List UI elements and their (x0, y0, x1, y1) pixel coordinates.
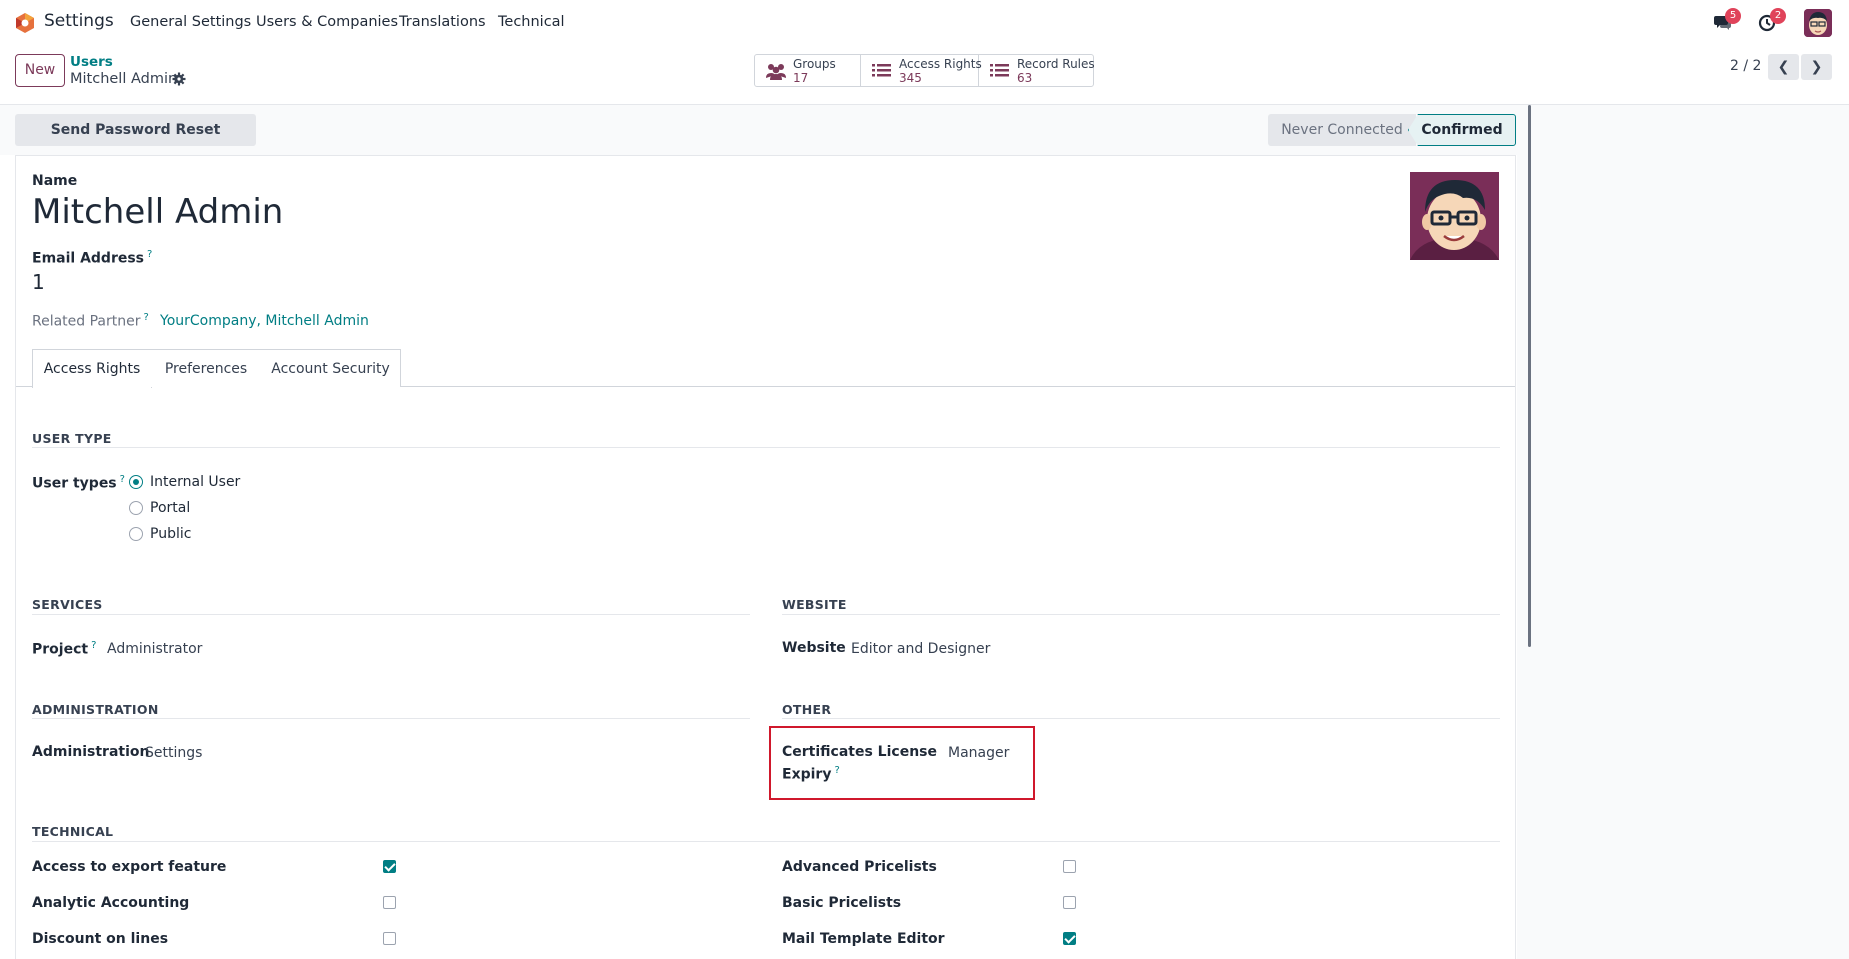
activities-badge: 2 (1770, 8, 1786, 24)
menu-translations[interactable]: Translations (399, 14, 486, 30)
record-rules-smart-button[interactable]: Record Rules 63 (979, 55, 1095, 86)
tech-label-discount: Discount on lines (32, 931, 169, 947)
checkbox-basic-pricelists[interactable] (1063, 896, 1076, 909)
section-divider (32, 841, 1500, 842)
section-website: WEBSITE (782, 597, 847, 612)
groups-count: 17 (793, 71, 809, 85)
chevron-left-icon: ❮ (1777, 59, 1790, 75)
breadcrumb-users[interactable]: Users (70, 54, 113, 70)
user-types-label: User types? (32, 474, 125, 492)
chevron-right-icon: ❯ (1810, 59, 1823, 75)
form-background-right (1517, 105, 1849, 959)
record-rules-label: Record Rules (1017, 57, 1095, 71)
help-icon[interactable]: ? (144, 312, 149, 323)
section-divider (782, 614, 1500, 615)
checkbox-export[interactable] (383, 860, 396, 873)
user-types-label-text: User types (32, 475, 117, 492)
new-button[interactable]: New (15, 54, 65, 87)
administration-select[interactable]: Settings (145, 745, 202, 761)
smart-buttons: Groups 17 Access Rights 345 Record Rules… (754, 54, 1095, 87)
related-partner-label: Related Partner? (32, 312, 149, 330)
status-confirmed[interactable]: Confirmed (1408, 114, 1516, 146)
gear-icon[interactable] (172, 72, 186, 86)
access-rights-smart-button[interactable]: Access Rights 345 (861, 55, 982, 86)
users-icon (766, 64, 786, 80)
access-rights-count: 345 (899, 71, 922, 85)
section-other: OTHER (782, 702, 832, 717)
menu-technical[interactable]: Technical (498, 14, 565, 30)
project-label-text: Project (32, 641, 89, 658)
tab-account-security[interactable]: Account Security (261, 349, 401, 387)
messages-badge: 5 (1725, 8, 1741, 24)
groups-label: Groups (793, 57, 836, 71)
tech-label-analytic: Analytic Accounting (32, 895, 190, 911)
section-divider (782, 718, 1500, 719)
breadcrumb-current: Mitchell Admin (70, 71, 178, 87)
tech-label-basic-pricelists: Basic Pricelists (782, 895, 902, 911)
avatar-face-icon (1804, 9, 1832, 37)
tab-access-rights[interactable]: Access Rights (32, 349, 152, 388)
status-never-connected[interactable]: Never Connected (1268, 114, 1416, 146)
checkbox-advanced-pricelists[interactable] (1063, 860, 1076, 873)
section-technical: TECHNICAL (32, 824, 114, 839)
section-divider (32, 718, 750, 719)
help-icon[interactable]: ? (120, 474, 125, 485)
send-password-reset-button[interactable]: Send Password Reset Instructions (15, 114, 256, 170)
tech-label-advanced-pricelists: Advanced Pricelists (782, 859, 937, 875)
email-label: Email Address? (32, 249, 152, 267)
checkbox-analytic[interactable] (383, 896, 396, 909)
section-divider (32, 614, 750, 615)
highlight-box (769, 726, 1035, 800)
access-rights-label: Access Rights (899, 57, 982, 71)
user-avatar[interactable] (1804, 9, 1832, 37)
app-name[interactable]: Settings (44, 11, 114, 31)
project-label: Project? (32, 640, 96, 658)
app-logo-icon[interactable] (14, 12, 36, 34)
list-icon (872, 64, 891, 77)
website-label: Website (782, 640, 846, 656)
tab-preferences[interactable]: Preferences (151, 349, 262, 387)
name-label: Name (32, 173, 78, 189)
pager-value[interactable]: 2 / 2 (1730, 58, 1761, 74)
menu-users-companies[interactable]: Users & Companies (256, 14, 398, 30)
top-navbar: Settings General Settings Users & Compan… (0, 0, 1849, 46)
form-sheet (15, 155, 1516, 959)
messages-button[interactable]: 5 (1713, 8, 1741, 34)
help-icon[interactable]: ? (91, 640, 96, 651)
groups-smart-button[interactable]: Groups 17 (755, 55, 861, 86)
avatar-face-icon (1410, 172, 1499, 260)
pager-next-button[interactable]: ❯ (1801, 54, 1832, 80)
section-administration: ADMINISTRATION (32, 702, 159, 717)
section-user-type: USER TYPE (32, 431, 112, 446)
record-rules-count: 63 (1017, 71, 1033, 85)
section-services: SERVICES (32, 597, 103, 612)
tech-label-export: Access to export feature (32, 859, 227, 875)
list-icon (990, 64, 1009, 77)
menu-general-settings[interactable]: General Settings (130, 14, 251, 30)
name-field[interactable]: Mitchell Admin (32, 192, 283, 232)
pager-previous-button[interactable]: ❮ (1768, 54, 1799, 80)
radio-public[interactable] (129, 527, 143, 541)
activities-button[interactable]: 2 (1758, 8, 1786, 34)
radio-portal[interactable] (129, 501, 143, 515)
website-select[interactable]: Editor and Designer (851, 641, 990, 657)
checkbox-discount[interactable] (383, 932, 396, 945)
radio-label-internal-user[interactable]: Internal User (150, 474, 240, 490)
administration-label: Administration (32, 744, 150, 760)
related-partner-label-text: Related Partner (32, 313, 141, 330)
checkbox-mail-template[interactable] (1063, 932, 1076, 945)
related-partner-link[interactable]: YourCompany, Mitchell Admin (160, 313, 369, 329)
radio-label-portal[interactable]: Portal (150, 500, 190, 516)
vertical-scrollbar[interactable] (1528, 105, 1531, 647)
radio-label-public[interactable]: Public (150, 526, 191, 542)
help-icon[interactable]: ? (147, 249, 152, 260)
radio-internal-user[interactable] (129, 475, 143, 489)
project-select[interactable]: Administrator (107, 641, 202, 657)
section-divider (32, 447, 1500, 448)
profile-image[interactable] (1410, 172, 1499, 260)
email-field[interactable]: 1 (32, 270, 45, 294)
email-label-text: Email Address (32, 250, 145, 267)
tech-label-mail-template: Mail Template Editor (782, 931, 945, 947)
